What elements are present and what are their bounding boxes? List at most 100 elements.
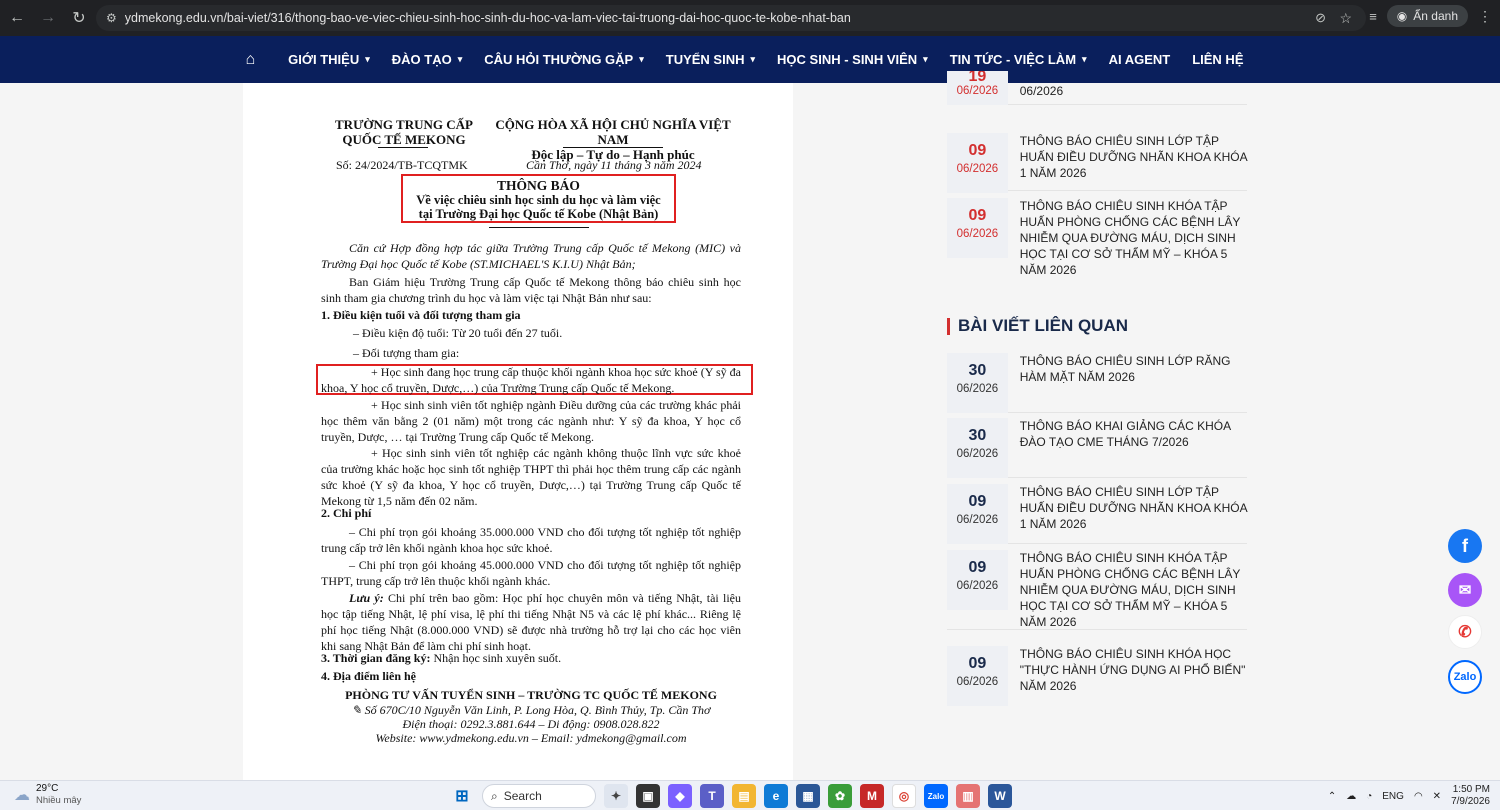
copilot-icon[interactable]: ◆ — [668, 784, 692, 808]
document-title: THÔNG BÁO — [497, 178, 580, 193]
taskbar-apps: ⊞ ⌕ Search ✦ ▣ ◆ T ▤ e ▦ ✿ M ◎ Zalo ▥ W — [450, 784, 1012, 808]
post-title[interactable]: THÔNG BÁO CHIÊU SINH KHÓA TẬP HUẤN PHÒNG… — [1020, 198, 1247, 283]
taskbar-search[interactable]: ⌕ Search — [482, 784, 596, 808]
divider — [489, 227, 589, 228]
system-tray: ⌃ ☁ ◔ ENG ◠ ✕ 1:50 PM 7/9/2026 — [1328, 784, 1490, 808]
weather-widget[interactable]: ☁ 29°C Nhiều mây — [14, 783, 81, 807]
widgets-icon[interactable]: ✦ — [604, 784, 628, 808]
speaker-muted-icon[interactable]: ✕ — [1433, 791, 1441, 802]
incognito-label: Ẩn danh — [1413, 9, 1458, 23]
edge-icon[interactable]: e — [764, 784, 788, 808]
back-icon[interactable]: ← — [3, 4, 31, 32]
task-view-icon[interactable]: ▣ — [636, 784, 660, 808]
windows-start-icon[interactable]: ⊞ — [450, 784, 474, 808]
mcafee-icon[interactable]: M — [860, 784, 884, 808]
chevron-down-icon: ▾ — [923, 54, 928, 64]
nav-item-lien-he[interactable]: LIÊN HỆ — [1192, 52, 1243, 67]
cost-item: – Chi phí trọn gói khoảng 35.000.000 VND… — [321, 525, 741, 555]
eye-off-icon[interactable]: ⊘ — [1315, 10, 1326, 26]
post-date: 09 06/2026 — [947, 484, 1008, 544]
nav-item-faq[interactable]: CÂU HỎI THƯỜNG GẶP ▾ — [484, 52, 644, 67]
post-date: 09 06/2026 — [947, 550, 1008, 610]
post-date: 09 06/2026 — [947, 646, 1008, 706]
taskbar: ☁ 29°C Nhiều mây ⊞ ⌕ Search ✦ ▣ ◆ T ▤ e … — [0, 780, 1500, 810]
site-info-icon[interactable]: ⚙ — [106, 11, 117, 25]
section-heading: 4. Địa điểm liên hệ — [321, 669, 416, 683]
sidebar-post[interactable]: 09 06/2026 THÔNG BÁO CHIÊU SINH LỚP TẬP … — [947, 133, 1247, 193]
url-text: ydmekong.edu.vn/bai-viet/316/thong-bao-v… — [124, 11, 851, 25]
post-title[interactable]: 06/2026 — [1020, 71, 1247, 104]
menu-icon[interactable]: ⋮ — [1478, 8, 1492, 25]
messenger-icon[interactable]: ✉ — [1448, 573, 1482, 607]
post-title[interactable]: THÔNG BÁO CHIÊU SINH LỚP TẬP HUẤN ĐIỀU D… — [1020, 484, 1247, 543]
page-body: TRƯỜNG TRUNG CẤP QUỐC TẾ MEKONG CỘNG HÒA… — [0, 71, 1500, 780]
post-title[interactable]: THÔNG BÁO CHIÊU SINH LỚP RĂNG HÀM MẶT NĂ… — [1020, 353, 1247, 412]
app-icon[interactable]: ✿ — [828, 784, 852, 808]
media-icon[interactable]: ≡ — [1369, 9, 1377, 24]
related-post[interactable]: 30 06/2026 THÔNG BÁO KHAI GIẢNG CÁC KHÓA… — [947, 418, 1247, 478]
target-item: + Học sinh sinh viên tốt nghiệp ngành Đi… — [321, 398, 741, 444]
document-date: Cần Thơ, ngày 11 tháng 3 năm 2024 — [526, 158, 702, 172]
target-item: + Học sinh đang học trung cấp thuộc khối… — [321, 365, 741, 395]
nav-item-dao-tao[interactable]: ĐÀO TẠO ▾ — [392, 52, 462, 67]
related-post[interactable]: 30 06/2026 THÔNG BÁO CHIÊU SINH LỚP RĂNG… — [947, 353, 1247, 413]
nav-item-tin-tuc[interactable]: TIN TỨC - VIỆC LÀM ▾ — [950, 52, 1087, 67]
contact-title: PHÒNG TƯ VẤN TUYỂN SINH – TRƯỜNG TC QUỐC… — [345, 688, 717, 702]
search-icon: ⌕ — [491, 788, 498, 803]
forward-icon[interactable]: → — [34, 4, 62, 32]
chevron-up-icon[interactable]: ⌃ — [1328, 791, 1336, 802]
post-title[interactable]: THÔNG BÁO CHIÊU SINH KHÓA TẬP HUẤN PHÒNG… — [1020, 550, 1247, 629]
word-icon[interactable]: W — [988, 784, 1012, 808]
related-post[interactable]: 09 06/2026 THÔNG BÁO CHIÊU SINH KHÓA TẬP… — [947, 550, 1247, 630]
related-post[interactable]: 09 06/2026 THÔNG BÁO CHIÊU SINH KHÓA HỌC… — [947, 646, 1247, 706]
section-heading: 1. Điều kiện tuổi và đối tượng tham gia — [321, 308, 521, 322]
target-item: + Học sinh sinh viên tốt nghiệp các ngàn… — [321, 446, 741, 508]
post-title[interactable]: THÔNG BÁO KHAI GIẢNG CÁC KHÓA ĐÀO TẠO CM… — [1020, 418, 1247, 477]
language-indicator[interactable]: ENG — [1382, 791, 1404, 802]
chevron-down-icon: ▾ — [457, 54, 463, 64]
nav-item-tuyen-sinh[interactable]: TUYỂN SINH ▾ — [666, 52, 755, 67]
notification-icon[interactable]: ◔ — [1366, 791, 1372, 802]
facebook-icon[interactable]: f — [1448, 529, 1482, 563]
age-condition: – Điều kiện độ tuổi: Từ 20 tuổi đến 27 t… — [353, 326, 563, 340]
onedrive-icon[interactable]: ☁ — [1346, 791, 1356, 802]
sidebar-post[interactable]: 19 06/2026 06/2026 — [947, 71, 1247, 105]
sidebar-post[interactable]: 09 06/2026 THÔNG BÁO CHIÊU SINH KHÓA TẬP… — [947, 198, 1247, 283]
incognito-icon: ◉ — [1396, 9, 1408, 23]
phone-icon[interactable]: ✆ — [1448, 615, 1482, 649]
clock[interactable]: 1:50 PM 7/9/2026 — [1451, 784, 1490, 808]
nav-item-ai-agent[interactable]: AI AGENT — [1109, 52, 1171, 67]
post-date: 30 06/2026 — [947, 418, 1008, 478]
target-label: – Đối tượng tham gia: — [353, 346, 460, 360]
post-date: 09 06/2026 — [947, 198, 1008, 258]
post-date: 19 06/2026 — [947, 71, 1008, 105]
store-icon[interactable]: ▦ — [796, 784, 820, 808]
related-posts-heading: BÀI VIẾT LIÊN QUAN — [947, 316, 1128, 336]
post-title[interactable]: THÔNG BÁO CHIÊU SINH LỚP TẬP HUẤN ĐIỀU D… — [1020, 133, 1247, 190]
zalo-app-icon[interactable]: Zalo — [924, 784, 948, 808]
heading-accent-bar — [947, 317, 950, 335]
related-post[interactable]: 09 06/2026 THÔNG BÁO CHIÊU SINH LỚP TẬP … — [947, 484, 1247, 544]
wifi-icon[interactable]: ◠ — [1414, 791, 1423, 802]
reload-icon[interactable]: ↻ — [65, 4, 93, 32]
registration-time: 3. Thời gian đăng ký: Nhận học sinh xuyê… — [321, 651, 562, 665]
file-explorer-icon[interactable]: ▤ — [732, 784, 756, 808]
nav-item-gioi-thieu[interactable]: GIỚI THIỆU ▾ — [288, 52, 370, 67]
address-bar[interactable]: ⚙ ydmekong.edu.vn/bai-viet/316/thong-bao… — [96, 5, 1366, 31]
zalo-icon[interactable]: Zalo — [1448, 660, 1482, 694]
bookmark-star-icon[interactable]: ☆ — [1339, 10, 1352, 27]
chrome-icon[interactable]: ◎ — [892, 784, 916, 808]
section-heading: 2. Chi phí — [321, 506, 372, 520]
teams-icon[interactable]: T — [700, 784, 724, 808]
nav-item-hoc-sinh[interactable]: HỌC SINH - SINH VIÊN ▾ — [777, 52, 928, 67]
home-icon[interactable]: ⌂ — [246, 51, 256, 69]
post-title[interactable]: THÔNG BÁO CHIÊU SINH KHÓA HỌC "THỰC HÀNH… — [1020, 646, 1247, 706]
main-nav: ⌂ GIỚI THIỆU ▾ ĐÀO TẠO ▾ CÂU HỎI THƯỜNG GẶ… — [0, 36, 1500, 83]
chevron-down-icon: ▾ — [1082, 54, 1087, 64]
document-subtitle: Về việc chiêu sinh học sinh du học và là… — [416, 193, 661, 221]
incognito-badge[interactable]: ◉ Ẩn danh — [1386, 5, 1468, 27]
chevron-down-icon: ▾ — [750, 54, 756, 64]
app-icon[interactable]: ▥ — [956, 784, 980, 808]
post-date: 30 06/2026 — [947, 353, 1008, 413]
paragraph-basis: Căn cứ Hợp đồng hợp tác giữa Trường Trun… — [321, 241, 741, 271]
